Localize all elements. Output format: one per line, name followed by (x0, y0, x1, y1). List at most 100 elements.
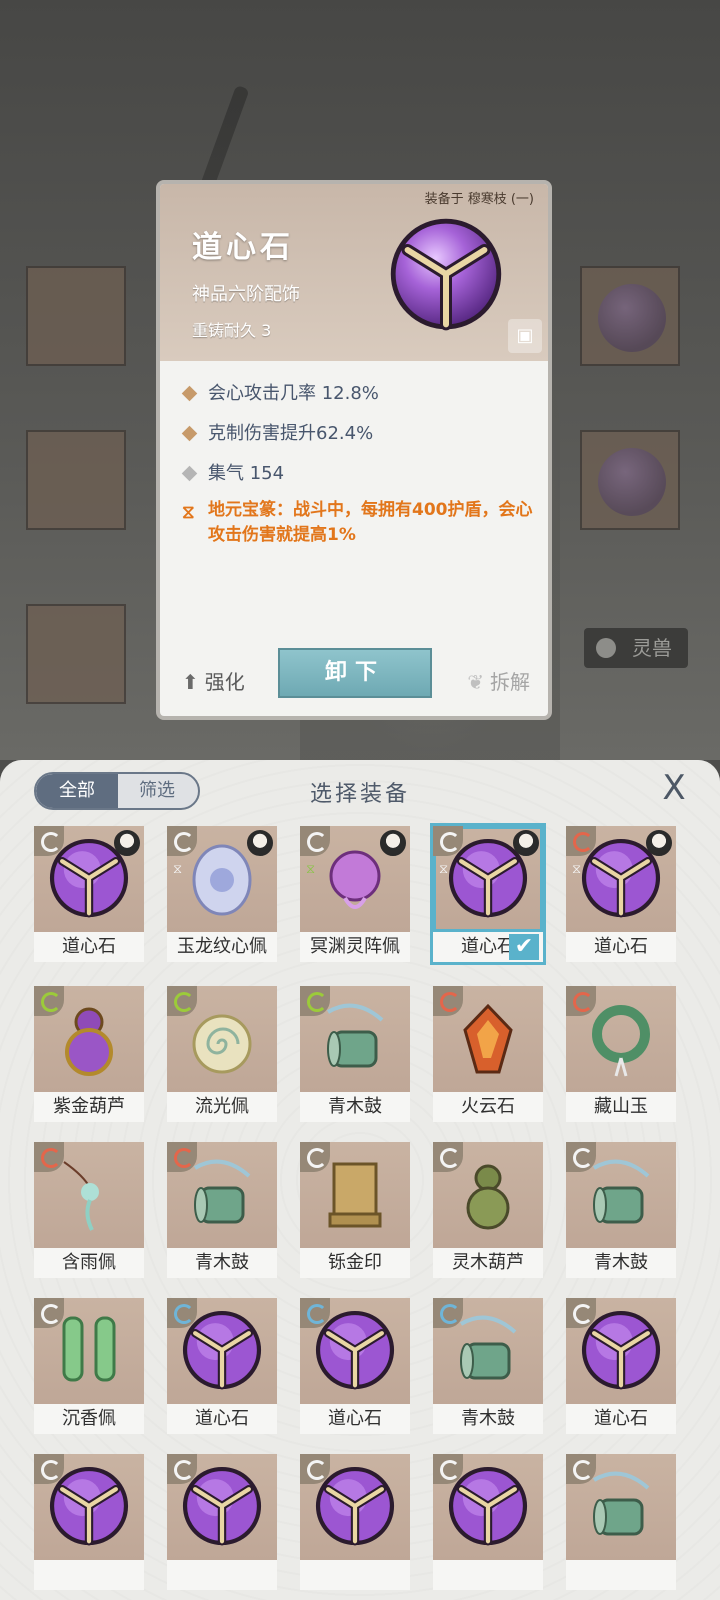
dao-heart-stone-icon (390, 218, 502, 331)
equipment-tile[interactable]: ⧖ 玉龙纹心佩 (167, 826, 277, 962)
stat-row: 会心攻击几率 12.8% (181, 374, 534, 414)
set-mark-icon: ⧖ (306, 862, 316, 877)
equipment-tile[interactable]: 藏山玉 (566, 986, 676, 1122)
equipment-tile[interactable]: 紫金葫芦 (34, 986, 144, 1122)
dismantle-button[interactable]: ❦ 拆解 (467, 666, 530, 695)
spiral-pendant-icon (192, 1014, 252, 1074)
tassel-pendant-icon (63, 1161, 99, 1231)
equipment-tile[interactable]: 道心石 (34, 826, 144, 962)
jade-ring-icon (592, 1005, 650, 1077)
accessory-slot-1[interactable] (580, 266, 680, 366)
item-reforge-durability: 重铸耐久 3 (192, 321, 272, 340)
set-mark-icon: ⧖ (173, 862, 183, 877)
equipment-tile[interactable]: ⧖ 道心石 (566, 826, 676, 962)
equipment-tile[interactable]: 道心石 (167, 1298, 277, 1434)
item-detail-card: 装备于 穆寒枝 (一) 道心石 神品六阶配饰 重铸耐久 3 ▣ 会心攻击几率 1… (156, 180, 552, 720)
set-bonus-icon: ⧖ (182, 502, 195, 523)
spirit-beast-tab[interactable]: 灵兽 (584, 628, 688, 668)
arrow-up-icon: ⬆ (182, 670, 199, 694)
equipment-tile[interactable]: 火云石 (433, 986, 543, 1122)
equipment-tile[interactable]: ⧖ 道心石 ✔ (430, 823, 546, 965)
accessory-slot-2[interactable] (580, 430, 680, 530)
equipment-select-sheet: 全部 筛选 选择装备 X 道心石 ⧖ 玉龙纹心佩 ⧖ 冥渊灵阵佩 ⧖ 道心石 ✔ ⧖ 道心石 紫金葫… (0, 760, 720, 1600)
chain-pendant-icon (62, 1316, 116, 1382)
item-label: 冥渊灵阵佩 (300, 932, 410, 962)
drum-icon (592, 1159, 650, 1224)
weapon-slot[interactable] (26, 266, 126, 366)
item-label: 玉龙纹心佩 (167, 932, 277, 962)
gourd-icon (65, 1007, 113, 1076)
avatar (646, 830, 672, 856)
item-label: 道心石 (34, 932, 144, 962)
item-label: 流光佩 (167, 1092, 277, 1122)
equipment-tile[interactable] (300, 1454, 410, 1590)
enhance-button[interactable]: ⬆ 强化 (182, 666, 245, 695)
item-label: 沉香佩 (34, 1404, 144, 1434)
item-label (300, 1560, 410, 1590)
equipment-tile[interactable]: 道心石 (566, 1298, 676, 1434)
equipment-tile[interactable]: 道心石 (300, 1298, 410, 1434)
diamond-bullet-icon (181, 425, 198, 442)
stat-text: 会心攻击几率 12.8% (208, 383, 379, 404)
item-label: 灵木葫芦 (433, 1248, 543, 1278)
sheet-title: 选择装备 (309, 782, 410, 807)
equipment-tile[interactable] (433, 1454, 543, 1590)
drum-icon (592, 1471, 650, 1536)
dismantle-label: 拆解 (490, 670, 530, 694)
equipment-tile[interactable]: 青木鼓 (433, 1298, 543, 1434)
close-button[interactable]: X (654, 768, 694, 808)
item-label: 道心石 (167, 1404, 277, 1434)
item-label: 青木鼓 (566, 1248, 676, 1278)
equipment-tile[interactable]: 流光佩 (167, 986, 277, 1122)
beast-icon (596, 638, 616, 658)
set-mark-icon: ⧖ (439, 862, 449, 877)
diamond-bullet-icon (181, 385, 198, 402)
equipment-tile[interactable]: 灵木葫芦 (433, 1142, 543, 1278)
item-label (34, 1560, 144, 1590)
set-mark-icon: ⧖ (572, 862, 582, 877)
lock-icon[interactable]: ▣ (508, 319, 542, 353)
equipment-tile[interactable] (566, 1454, 676, 1590)
jade-pendant-icon (192, 844, 252, 916)
item-label: 铄金印 (300, 1248, 410, 1278)
equipment-tile[interactable]: 铄金印 (300, 1142, 410, 1278)
dismantle-icon: ❦ (467, 670, 484, 694)
item-label: 青木鼓 (433, 1404, 543, 1434)
avatar (513, 830, 539, 856)
enhance-label: 强化 (204, 670, 245, 694)
avatar (247, 830, 273, 856)
set-bonus-text: 地元宝篆：战斗中，每拥有400护盾，会心攻击伤害就提高1% (208, 500, 533, 545)
equipment-tile[interactable] (34, 1454, 144, 1590)
equipment-tile[interactable]: 青木鼓 (300, 986, 410, 1122)
unequip-button[interactable]: 卸下 (278, 648, 432, 698)
item-label: 道心石 (566, 932, 676, 962)
item-label (433, 1560, 543, 1590)
equipment-tile[interactable]: 含雨佩 (34, 1142, 144, 1278)
item-label: 含雨佩 (34, 1248, 144, 1278)
equipment-tile[interactable]: 青木鼓 (566, 1142, 676, 1278)
stat-text: 克制伤害提升62.4% (208, 423, 374, 444)
equipment-tile[interactable]: 青木鼓 (167, 1142, 277, 1278)
item-label: 青木鼓 (167, 1248, 277, 1278)
gourd-icon (466, 1164, 510, 1230)
item-label: 火云石 (433, 1092, 543, 1122)
set-bonus: ⧖ 地元宝篆：战斗中，每拥有400护盾，会心攻击伤害就提高1% (182, 498, 534, 548)
equipment-tile[interactable] (167, 1454, 277, 1590)
fire-stone-icon (463, 1003, 513, 1074)
avatar (380, 830, 406, 856)
orb-icon (598, 284, 666, 352)
stat-row: 克制伤害提升62.4% (181, 414, 534, 454)
seal-icon (328, 1162, 382, 1228)
item-label: 道心石 (566, 1404, 676, 1434)
avatar (114, 830, 140, 856)
equipment-tile[interactable]: 沉香佩 (34, 1298, 144, 1434)
item-label: 青木鼓 (300, 1092, 410, 1122)
equipment-tile[interactable]: ⧖ 冥渊灵阵佩 (300, 826, 410, 962)
boots-slot[interactable] (26, 604, 126, 704)
item-name: 道心石 (192, 230, 294, 265)
equipped-on-label: 装备于 穆寒枝 (一) (424, 192, 534, 207)
check-icon: ✔ (509, 934, 539, 960)
armor-slot[interactable] (26, 430, 126, 530)
item-label: 道心石 (300, 1404, 410, 1434)
drum-icon (326, 1003, 384, 1068)
